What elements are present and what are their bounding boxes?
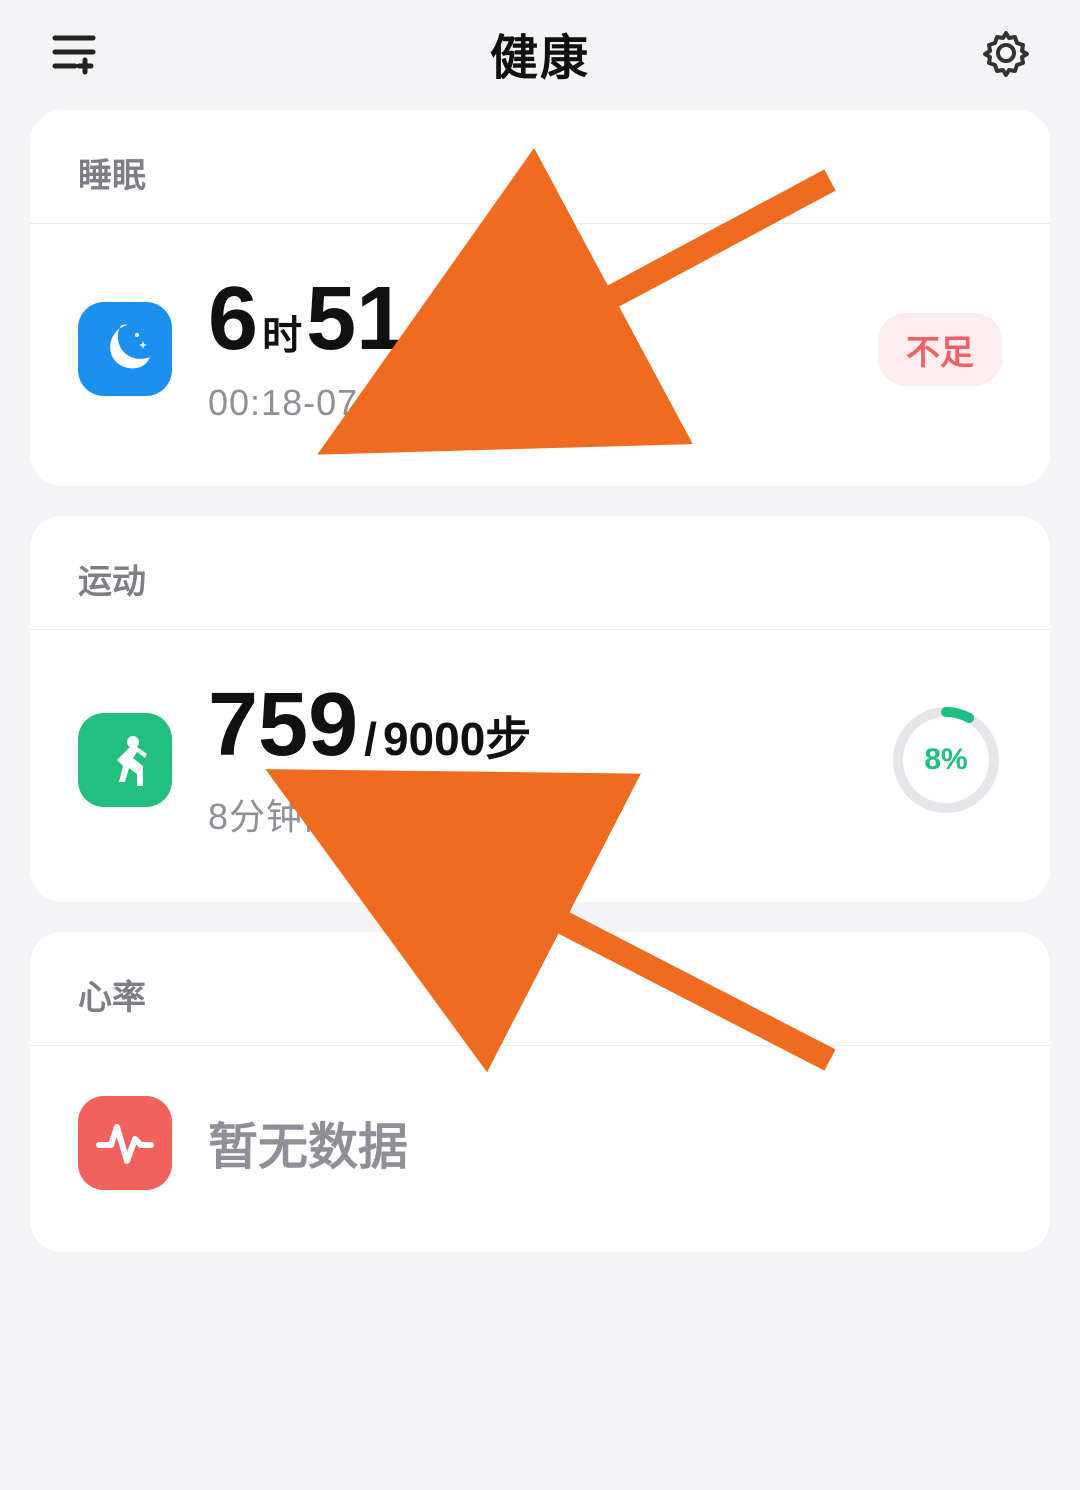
status-badge: 不足 <box>878 313 1002 386</box>
heart-card-label: 心率 <box>30 932 1050 1046</box>
sleep-duration: 6 时 51 分 <box>208 274 878 364</box>
moon-icon <box>78 302 172 396</box>
sport-card-label: 运动 <box>30 516 1050 630</box>
steps-value: 759 <box>208 680 358 770</box>
steps-unit: 步 <box>485 703 531 769</box>
card-list: 睡眠 6 时 51 分 00:18-07:09 <box>0 110 1080 1252</box>
menu-add-icon[interactable] <box>44 23 104 83</box>
sleep-minutes: 51 <box>306 274 406 364</box>
heartbeat-icon <box>78 1096 172 1190</box>
step-count: 759 / 9000 步 <box>208 680 890 770</box>
sleep-minutes-unit: 分 <box>410 303 450 361</box>
progress-ring: 8% <box>890 704 1002 816</box>
app-header: 健康 <box>0 0 1080 110</box>
heart-nodata: 暂无数据 <box>208 1107 1002 1179</box>
sleep-hours: 6 <box>208 274 258 364</box>
progress-percent: 8% <box>890 704 1002 816</box>
heart-card[interactable]: 心率 暂无数据 <box>30 932 1050 1252</box>
sleep-card[interactable]: 睡眠 6 时 51 分 00:18-07:09 <box>30 110 1050 486</box>
steps-sep: / <box>364 712 377 766</box>
sport-updated: 8分钟前 <box>208 788 890 840</box>
steps-goal: 9000 <box>383 712 485 766</box>
sleep-hours-unit: 时 <box>262 303 302 361</box>
sleep-value-block: 6 时 51 分 00:18-07:09 <box>208 274 878 424</box>
gear-icon[interactable] <box>976 23 1036 83</box>
sport-value-block: 759 / 9000 步 8分钟前 <box>208 680 890 840</box>
page-title: 健康 <box>490 18 590 88</box>
runner-icon <box>78 713 172 807</box>
sport-card[interactable]: 运动 759 / 9000 步 8分钟前 <box>30 516 1050 902</box>
sleep-card-label: 睡眠 <box>30 110 1050 224</box>
sleep-range: 00:18-07:09 <box>208 382 878 424</box>
